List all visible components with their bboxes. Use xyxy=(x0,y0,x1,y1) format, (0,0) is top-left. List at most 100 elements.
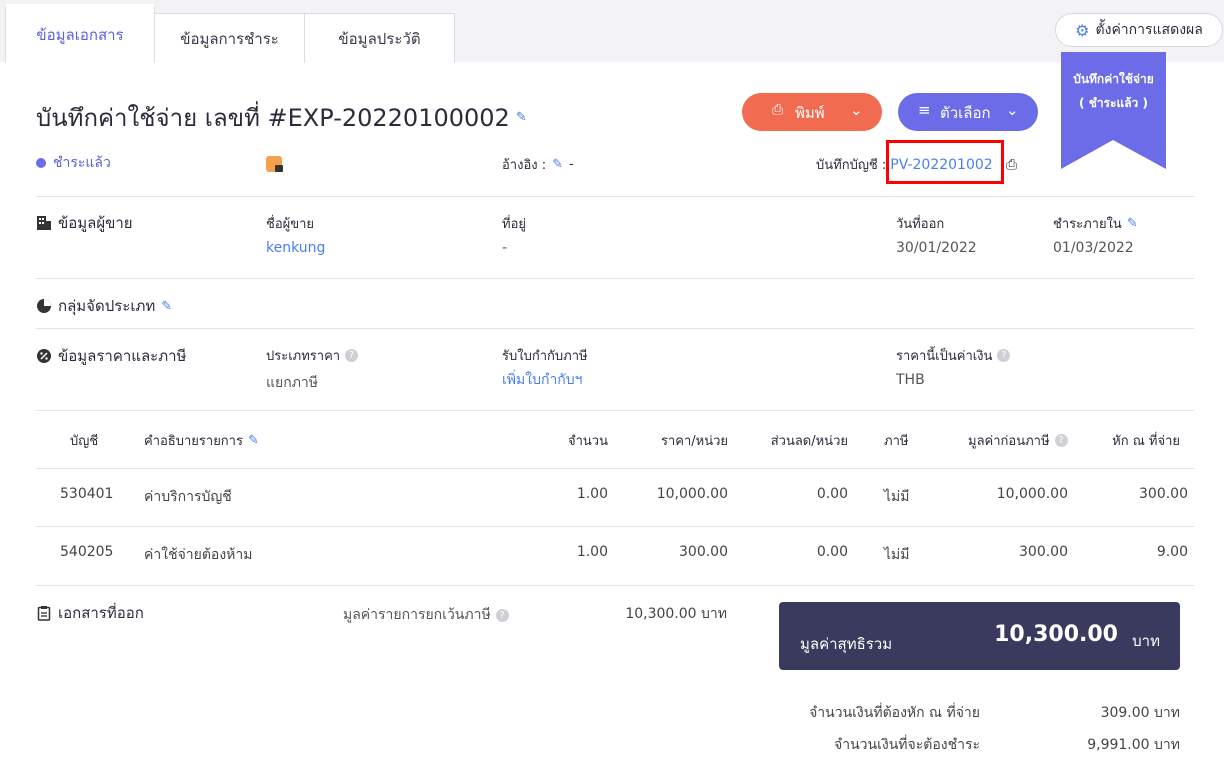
column-header-account: บัญชี xyxy=(70,434,99,449)
tax-invoice-label: รับใบกำกับภาษี xyxy=(502,349,588,364)
reference-label: อ้างอิง : xyxy=(502,158,547,173)
column-header-tax: ภาษี xyxy=(884,434,909,449)
edit-pencil-icon[interactable]: ✎ xyxy=(516,110,527,125)
column-header-pretax: มูลค่าก่อนภาษี xyxy=(968,434,1050,449)
tab-payment-info[interactable]: ข้อมูลการชำระ xyxy=(155,13,305,63)
status-ribbon: บันทึกค่าใช้จ่าย ( ชำระแล้ว ) xyxy=(1061,52,1166,169)
print-label: พิมพ์ xyxy=(795,104,825,122)
row-withholding: 9.00 xyxy=(1156,544,1188,560)
column-header-discount: ส่วนลด/หน่วย xyxy=(770,434,848,449)
row-unit-price: 300.00 xyxy=(679,544,728,560)
pricing-section-label: ข้อมูลราคาและภาษี xyxy=(58,347,187,365)
lock-icon xyxy=(266,156,283,172)
status-badge: ชำระแล้ว xyxy=(36,152,111,174)
column-header-description: คำอธิบายรายการ xyxy=(144,434,243,449)
divider xyxy=(36,410,1194,411)
chevron-down-icon: ⌄ xyxy=(1006,101,1019,119)
edit-pencil-icon[interactable]: ✎ xyxy=(1127,216,1138,231)
ribbon-status: ( ชำระแล้ว ) xyxy=(1079,96,1148,110)
options-button[interactable]: ≡ ตัวเลือก ⌄ xyxy=(898,93,1038,131)
divider xyxy=(36,468,1194,469)
column-header-withholding: หัก ณ ที่จ่าย xyxy=(1112,434,1180,449)
add-tax-invoice-link[interactable]: เพิ่มใบกำกับฯ xyxy=(502,369,583,391)
amount-to-pay-value: 9,991.00 บาท xyxy=(1087,737,1180,753)
divider xyxy=(36,526,1194,527)
category-group-title: กลุ่มจัดประเภท ✎ xyxy=(36,294,172,318)
edit-pencil-icon[interactable]: ✎ xyxy=(248,433,259,448)
issue-date-label: วันที่ออก xyxy=(896,217,945,232)
vendor-name-link[interactable]: kenkung xyxy=(266,240,325,256)
address-value: - xyxy=(502,240,508,256)
net-total-label: มูลค่าสุทธิรวม xyxy=(800,635,893,653)
printer-icon: ⎙ xyxy=(772,102,784,118)
display-settings-button[interactable]: ⚙ ตั้งค่าการแสดงผล xyxy=(1055,13,1223,47)
options-label: ตัวเลือก xyxy=(940,104,991,122)
net-total-value: 10,300.00 xyxy=(994,622,1118,647)
help-icon[interactable]: ? xyxy=(997,349,1011,362)
address-label: ที่อยู่ xyxy=(502,217,526,232)
divider xyxy=(36,328,1194,329)
edit-pencil-icon[interactable]: ✎ xyxy=(552,157,563,172)
tab-history[interactable]: ข้อมูลประวัติ xyxy=(305,13,455,63)
row-description: ค่าบริการบัญชี xyxy=(144,489,232,505)
divider xyxy=(36,585,1194,586)
row-description: ค่าใช้จ่ายต้องห้าม xyxy=(144,547,253,563)
due-date-value: 01/03/2022 xyxy=(1053,240,1134,256)
row-quantity: 1.00 xyxy=(576,486,608,502)
due-date-label-wrap: ชำระภายใน ✎ xyxy=(1053,213,1138,234)
row-unit-price: 10,000.00 xyxy=(656,486,728,502)
price-type-label-wrap: ประเภทราคา ? xyxy=(266,345,359,366)
row-tax: ไม่มี xyxy=(884,547,910,563)
help-icon[interactable]: ? xyxy=(495,608,509,622)
net-total-box: มูลค่าสุทธิรวม 10,300.00 บาท xyxy=(779,602,1180,670)
chevron-down-icon[interactable]: ⌄ xyxy=(850,101,863,119)
vendor-section-title: ข้อมูลผู้ขาย xyxy=(36,211,133,235)
divider xyxy=(36,278,1194,279)
row-tax: ไม่มี xyxy=(884,489,910,505)
column-header-quantity: จำนวน xyxy=(568,434,608,449)
row-pretax: 300.00 xyxy=(1019,544,1068,560)
category-group-label: กลุ่มจัดประเภท xyxy=(58,297,156,315)
clipboard-icon xyxy=(36,605,52,621)
page-title-text: บันทึกค่าใช้จ่าย เลขที่ #EXP-20220100002 xyxy=(36,104,510,132)
reference-value: - xyxy=(569,157,574,172)
display-settings-label: ตั้งค่าการแสดงผล xyxy=(1095,22,1203,38)
help-icon[interactable]: ? xyxy=(345,349,359,362)
tab-document-info[interactable]: ข้อมูลเอกสาร xyxy=(5,4,155,63)
exempt-label: มูลค่ารายการยกเว้นภาษี xyxy=(343,607,491,623)
print-button[interactable]: ⎙ พิมพ์ ⌄ xyxy=(742,93,882,131)
currency-label: ราคานี้เป็นค่าเงิน xyxy=(896,349,993,364)
issued-docs-label: เอกสารที่ออก xyxy=(58,604,144,622)
pie-chart-icon xyxy=(36,298,52,314)
ribbon-title: บันทึกค่าใช้จ่าย xyxy=(1073,72,1154,86)
net-total-unit: บาท xyxy=(1132,632,1160,650)
highlight-box xyxy=(886,140,1004,184)
printer-icon[interactable]: ⎙ xyxy=(1006,157,1017,173)
issued-docs-title: เอกสารที่ออก xyxy=(36,601,144,625)
row-account: 530401 xyxy=(60,486,114,502)
withholding-label: จำนวนเงินที่ต้องหัก ณ ที่จ่าย xyxy=(809,705,980,721)
column-header-pretax-wrap: มูลค่าก่อนภาษี ? xyxy=(968,430,1068,451)
row-account: 540205 xyxy=(60,544,114,560)
column-header-description-wrap: คำอธิบายรายการ ✎ xyxy=(144,430,259,451)
row-discount: 0.00 xyxy=(816,544,848,560)
price-type-label: ประเภทราคา xyxy=(266,349,341,364)
page-title: บันทึกค่าใช้จ่าย เลขที่ #EXP-20220100002… xyxy=(36,98,527,137)
edit-pencil-icon[interactable]: ✎ xyxy=(161,299,172,314)
building-icon xyxy=(36,215,52,231)
help-icon[interactable]: ? xyxy=(1054,434,1068,447)
pricing-section-title: ข้อมูลราคาและภาษี xyxy=(36,344,186,368)
row-quantity: 1.00 xyxy=(576,544,608,560)
column-header-unit-price: ราคา/หน่วย xyxy=(660,434,728,449)
amount-to-pay-label: จำนวนเงินที่จะต้องชำระ xyxy=(834,737,980,753)
exempt-label-wrap: มูลค่ารายการยกเว้นภาษี ? xyxy=(343,604,509,626)
issue-date-value: 30/01/2022 xyxy=(896,240,977,256)
price-type-value: แยกภาษี xyxy=(266,375,319,391)
status-dot xyxy=(36,158,46,168)
withholding-value: 309.00 บาท xyxy=(1100,705,1180,721)
percent-icon xyxy=(36,348,52,364)
vendor-name-label: ชื่อผู้ขาย xyxy=(266,217,315,232)
journal-label: บันทึกบัญชี : xyxy=(816,158,887,173)
row-withholding: 300.00 xyxy=(1139,486,1188,502)
gear-icon: ⚙ xyxy=(1075,20,1090,40)
